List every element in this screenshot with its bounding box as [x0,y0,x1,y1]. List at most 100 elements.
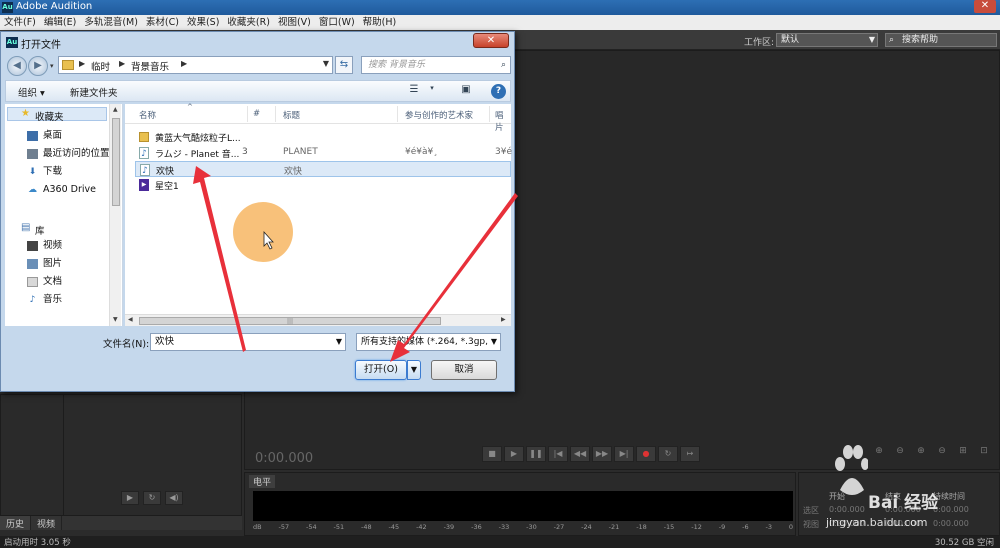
chevron-down-icon[interactable]: ▼ [323,59,329,68]
files-panel[interactable]: ▶ ↻ ◀) [0,394,242,517]
nav-item-documents[interactable]: 文档 [43,275,62,289]
open-button[interactable]: 打开(O) [355,360,407,380]
dialog-titlebar[interactable]: Au 打开文件 ✕ [1,32,514,53]
menu-window[interactable]: 窗口(W) [315,15,359,30]
folder-icon [139,132,149,142]
record-button[interactable]: ● [636,446,656,462]
new-folder-button[interactable]: 新建文件夹 [70,85,118,99]
column-header-artist[interactable]: 参与创作的艺术家 [405,109,473,121]
skip-button[interactable]: ↦ [680,446,700,462]
meter-tick: -6 [742,523,749,531]
nav-item-recent[interactable]: 最近访问的位置 [43,147,110,161]
column-header-number[interactable]: # [253,109,260,119]
tab-meter[interactable]: 电平 [249,475,276,488]
meter-tick: -24 [581,523,592,531]
go-to-end-button[interactable]: ▶| [614,446,634,462]
baidu-watermark: Bai 经验 jingyan.baidu.com [770,442,1000,536]
scroll-up-icon[interactable]: ▲ [113,106,118,113]
file-album: 3¥é [495,147,512,157]
nav-favorites[interactable]: 收藏夹 [35,109,64,123]
history-dropdown-icon[interactable]: ▾ [50,62,54,70]
loop-button[interactable]: ↻ [658,446,678,462]
file-track-number: 3 [242,147,248,157]
file-name: 黄蓝大气酷炫粒子L... [155,134,241,144]
back-arrow-icon[interactable]: ◀ [7,56,27,76]
file-list-hscrollbar[interactable]: ◀ ||| ▶ [125,314,511,326]
forward-arrow-icon[interactable]: ▶ [28,56,48,76]
folder-icon [62,60,74,70]
breadcrumb-item-bgm[interactable]: 背景音乐 [131,59,169,73]
nav-libraries[interactable]: 库 [35,223,45,237]
menu-favorites[interactable]: 收藏夹(R) [223,15,274,30]
nav-item-a360[interactable]: A360 Drive [43,183,96,197]
scroll-right-icon[interactable]: ▶ [501,316,506,323]
file-row[interactable]: ▶ 星空1 [135,177,511,193]
document-library-icon [27,277,38,287]
open-dropdown-button[interactable]: ▼ [407,360,421,380]
nav-item-downloads[interactable]: 下载 [43,165,62,179]
address-bar[interactable]: ▶ 临时 ▶ 背景音乐 ▶ ▼ [58,56,333,74]
watermark-url: jingyan.baidu.com [826,516,928,529]
chevron-down-icon: ▼ [868,35,875,44]
recent-places-icon [27,149,38,159]
go-to-start-button[interactable]: |◀ [548,446,568,462]
filename-input[interactable]: 欢快 ▼ [150,333,346,351]
file-row-selected[interactable]: ♪ 欢快 欢快 [135,161,511,177]
hscroll-thumb[interactable]: ||| [139,317,441,325]
breadcrumb-item-temp[interactable]: 临时 [91,59,110,73]
folder-search-input[interactable]: 搜索 背景音乐 ⌕ [361,56,511,74]
column-separator [247,106,248,122]
nav-scroll-thumb[interactable] [112,118,120,206]
play-button[interactable]: ▶ [504,446,524,462]
file-type-filter-select[interactable]: 所有支持的媒体 (*.264, *.3gp, ▼ [356,333,501,351]
column-header-name[interactable]: 名称 [139,109,156,121]
tab-history[interactable]: 历史 [0,516,32,530]
nav-item-pictures[interactable]: 图片 [43,257,62,271]
volume-icon[interactable]: ◀) [165,491,183,505]
chevron-down-icon[interactable]: ▼ [336,334,342,350]
stop-button[interactable]: ■ [482,446,502,462]
loop-preview-button[interactable]: ↻ [143,491,161,505]
workspace-select[interactable]: 默认 ▼ [776,33,878,47]
nav-item-desktop[interactable]: 桌面 [43,129,62,143]
menu-edit[interactable]: 编辑(E) [40,15,80,30]
menu-view[interactable]: 视图(V) [274,15,315,30]
music-file-icon: ♪ [139,147,149,159]
app-close-button[interactable]: ✕ [974,0,996,13]
menu-effects[interactable]: 效果(S) [183,15,223,30]
menu-multitrack[interactable]: 多轨混音(M) [80,15,142,30]
view-dropdown-icon[interactable]: ▾ [424,84,440,98]
fast-forward-button[interactable]: ▶▶ [592,446,612,462]
nav-scrollbar[interactable]: ▲ ▼ [109,104,121,326]
breadcrumb-separator-icon: ▶ [181,59,188,68]
tab-video[interactable]: 视频 [31,516,63,530]
nav-item-music[interactable]: 音乐 [43,293,62,307]
nav-item-videos[interactable]: 视频 [43,239,62,253]
help-icon[interactable]: ? [491,84,506,99]
play-preview-button[interactable]: ▶ [121,491,139,505]
startup-time-status: 启动用时 3.05 秒 [4,538,71,548]
rewind-button[interactable]: ◀◀ [570,446,590,462]
search-icon: ⌕ [889,35,895,45]
preview-pane-icon[interactable]: ▣ [458,84,474,98]
organize-button[interactable]: 组织 ▾ [18,85,45,99]
column-header-title[interactable]: 标题 [283,109,300,121]
scroll-left-icon[interactable]: ◀ [128,316,133,323]
dialog-close-button[interactable]: ✕ [473,33,509,48]
music-library-icon: ♪ [29,295,36,305]
cancel-button[interactable]: 取消 [431,360,497,380]
refresh-button[interactable]: ⇆ [335,56,353,74]
pause-button[interactable]: ❚❚ [526,446,546,462]
chevron-down-icon[interactable]: ▼ [488,334,497,350]
file-row[interactable]: ♪ ラムジ - Planet 音... 3 PLANET ¥é¥à¥¸ 3¥é [135,145,512,161]
address-row: ◀ ▶ ▾ ▶ 临时 ▶ 背景音乐 ▶ ▼ ⇆ 搜索 背景音乐 ⌕ [5,54,511,76]
menu-file[interactable]: 文件(F) [0,15,40,30]
meter-tick: dB [253,523,262,531]
view-options-icon[interactable]: ☰ [406,84,422,98]
help-search-input[interactable]: ⌕ 搜索帮助 [885,33,997,47]
file-title: PLANET [283,147,318,157]
menu-clip[interactable]: 素材(C) [142,15,183,30]
menu-help[interactable]: 帮助(H) [359,15,401,30]
scroll-down-icon[interactable]: ▼ [113,316,118,323]
file-row[interactable]: 黄蓝大气酷炫粒子L... [135,129,511,145]
